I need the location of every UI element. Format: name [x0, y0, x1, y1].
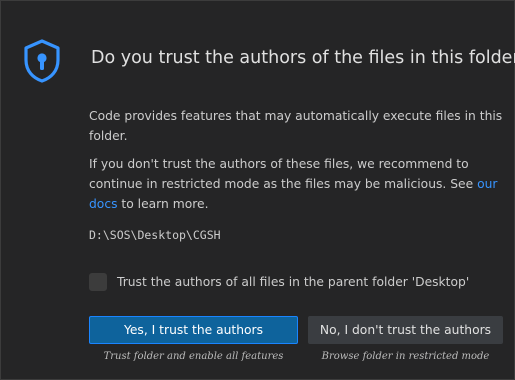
trust-button[interactable]: Yes, I trust the authors: [89, 316, 298, 344]
workspace-trust-dialog: Do you trust the authors of the files in…: [0, 0, 515, 380]
dont-trust-button-caption: Browse folder in restricted mode: [321, 351, 490, 362]
warning-text-start: If you don't trust the authors of these …: [89, 157, 478, 191]
shield-lock-icon: [24, 39, 60, 83]
warning-text-end: to learn more.: [117, 197, 209, 211]
trust-button-caption: Trust folder and enable all features: [103, 351, 284, 362]
dialog-description: Code provides features that may automati…: [89, 109, 503, 143]
trust-parent-folder-option[interactable]: Trust the authors of all files in the pa…: [89, 273, 469, 291]
folder-path: D:\SOS\Desktop\CGSH: [89, 228, 221, 242]
dialog-title: Do you trust the authors of the files in…: [91, 48, 515, 68]
trust-parent-checkbox-label[interactable]: Trust the authors of all files in the pa…: [117, 275, 469, 289]
dont-trust-button[interactable]: No, I don't trust the authors: [308, 316, 503, 344]
dialog-warning: If you don't trust the authors of these …: [89, 154, 507, 214]
trust-parent-checkbox[interactable]: [89, 273, 107, 291]
